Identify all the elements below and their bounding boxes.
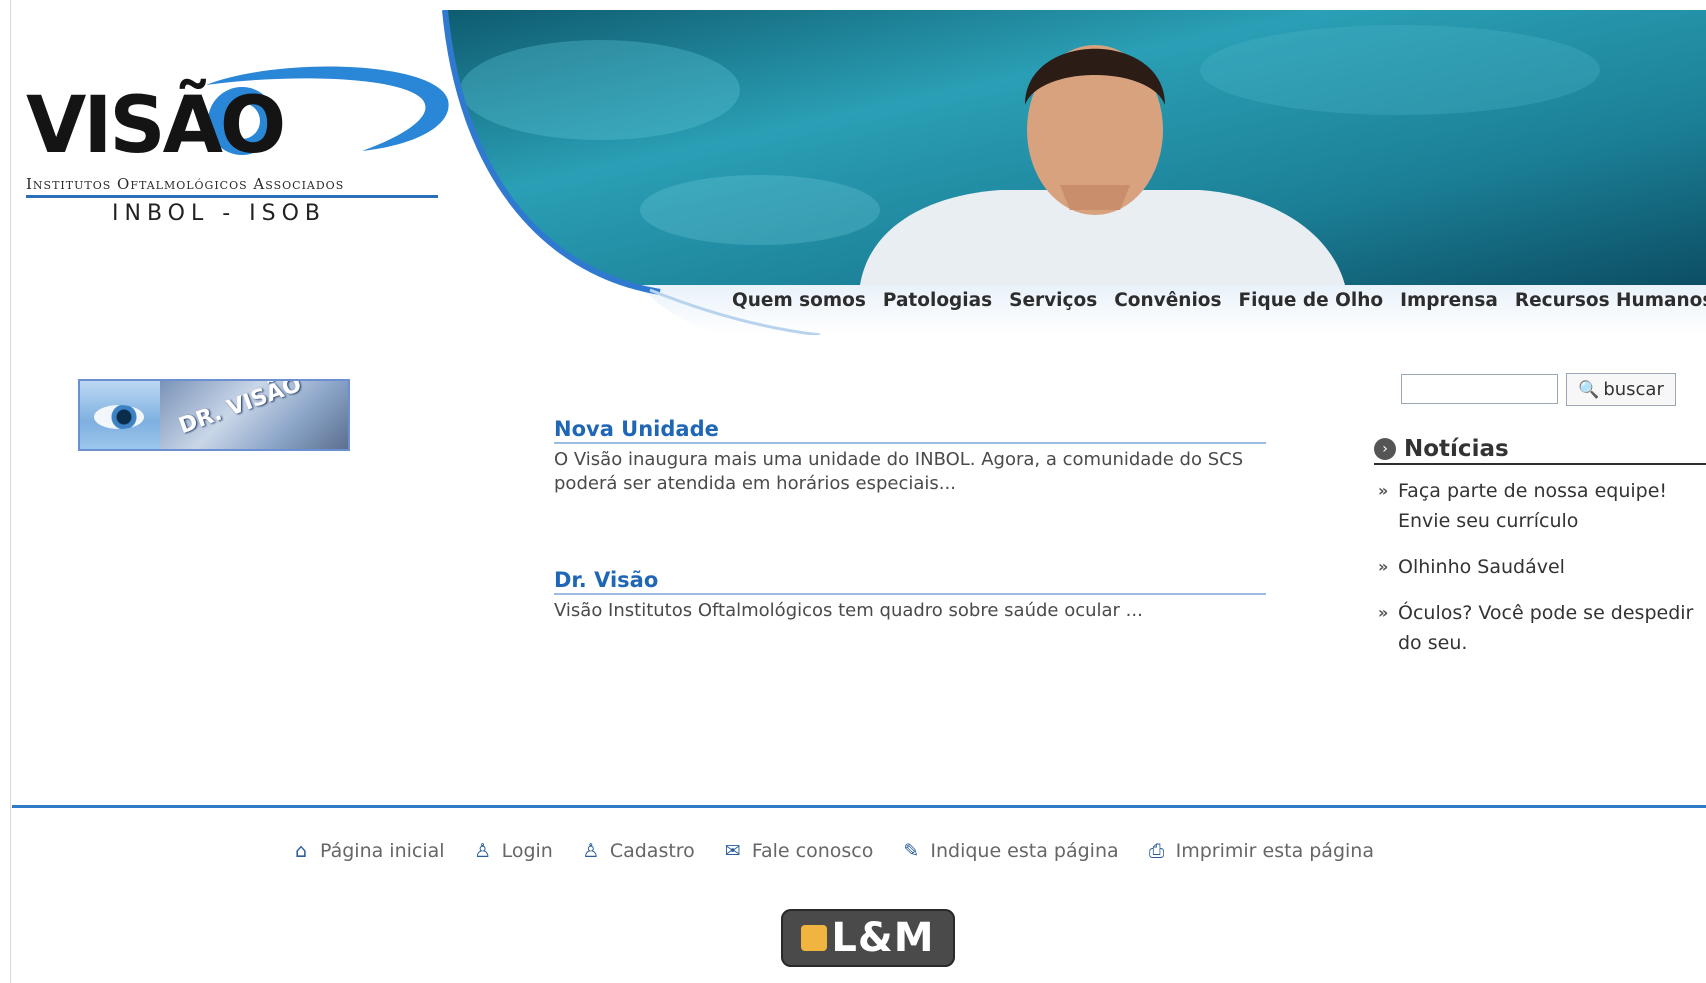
news-sidebar-heading: › Notícias xyxy=(1374,436,1706,465)
news-summary: Visão Institutos Oftalmológicos tem quad… xyxy=(554,600,1143,621)
footer-link-print[interactable]: ⎙ Imprimir esta página xyxy=(1146,840,1374,862)
footer-link-label: Cadastro xyxy=(609,840,695,862)
arrow-circle-icon: › xyxy=(1374,438,1396,460)
mail-icon: ✉ xyxy=(724,840,741,862)
double-chevron-icon: » xyxy=(1378,603,1389,622)
footer-link-contact[interactable]: ✉ Fale conosco xyxy=(722,840,874,862)
news-title-link[interactable]: Nova Unidade xyxy=(554,417,1266,444)
visao-logo[interactable]: VISÃO Institutos Oftalmológicos Associad… xyxy=(26,65,449,235)
nav-item-quem-somos[interactable]: Quem somos xyxy=(732,290,866,311)
partner-logo-text: L&M xyxy=(831,915,935,961)
footer-link-label: Fale conosco xyxy=(751,840,874,862)
logo-tagline: INBOL - ISOB xyxy=(112,201,327,226)
promo-photo: DR. VISÃO xyxy=(160,381,348,449)
footer-link-home[interactable]: ⌂ Página inicial xyxy=(290,840,445,862)
footer-link-label: Indique esta página xyxy=(930,840,1119,862)
printer-icon: ⎙ xyxy=(1149,840,1165,862)
footer-divider xyxy=(12,805,1706,808)
sidebar-news-label: Faça parte de nossa equipe! Envie seu cu… xyxy=(1398,480,1668,532)
news-item: Dr. Visão Visão Institutos Oftalmológico… xyxy=(554,568,1266,623)
search-button[interactable]: 🔍 buscar xyxy=(1566,373,1676,406)
search-icon: 🔍 xyxy=(1578,379,1600,400)
user-icon: ♙ xyxy=(474,840,492,862)
footer-link-label: Página inicial xyxy=(320,840,445,862)
nav-item-fique-de-olho[interactable]: Fique de Olho xyxy=(1239,290,1384,311)
nav-item-recursos-humanos[interactable]: Recursos Humanos xyxy=(1515,290,1706,311)
news-sidebar-list: » Faça parte de nossa equipe! Envie seu … xyxy=(1378,476,1706,674)
nav-item-imprensa[interactable]: Imprensa xyxy=(1400,290,1498,311)
sidebar-news-label: Olhinho Saudável xyxy=(1398,556,1565,578)
footer-link-login[interactable]: ♙ Login xyxy=(472,840,553,862)
footer-link-label: Login xyxy=(501,840,553,862)
logo-divider xyxy=(26,195,438,198)
eye-icon xyxy=(80,381,160,449)
logo-subtitle: Institutos Oftalmológicos Associados xyxy=(26,175,345,193)
double-chevron-icon: » xyxy=(1378,481,1389,500)
footer-link-label: Imprimir esta página xyxy=(1175,840,1374,862)
register-icon: ♙ xyxy=(582,840,600,862)
footer-link-cadastro[interactable]: ♙ Cadastro xyxy=(580,840,695,862)
footer-links: ⌂ Página inicial ♙ Login ♙ Cadastro ✉ Fa… xyxy=(290,840,1401,862)
home-icon: ⌂ xyxy=(294,840,308,862)
recommend-icon: ✎ xyxy=(903,840,920,862)
news-title-link[interactable]: Dr. Visão xyxy=(554,568,1266,595)
nav-item-patologias[interactable]: Patologias xyxy=(883,290,992,311)
double-chevron-icon: » xyxy=(1378,557,1389,576)
search-input[interactable] xyxy=(1401,374,1558,404)
news-item: Nova Unidade O Visão inaugura mais uma u… xyxy=(554,417,1266,496)
nav-item-convenios[interactable]: Convênios xyxy=(1114,290,1221,311)
main-nav: Quem somos Patologias Serviços Convênios… xyxy=(732,285,1706,315)
sidebar-news-link[interactable]: » Olhinho Saudável xyxy=(1378,552,1706,582)
sidebar-news-link[interactable]: » Faça parte de nossa equipe! Envie seu … xyxy=(1378,476,1706,536)
search-button-label: buscar xyxy=(1603,379,1664,400)
footer-link-recommend[interactable]: ✎ Indique esta página xyxy=(900,840,1118,862)
partner-logo-mark xyxy=(801,925,828,951)
news-summary: O Visão inaugura mais uma unidade do INB… xyxy=(554,449,1244,494)
sidebar-news-link[interactable]: » Óculos? Você pode se despedir do seu. xyxy=(1378,598,1706,658)
promo-text: DR. VISÃO xyxy=(175,379,305,440)
nav-item-servicos[interactable]: Serviços xyxy=(1009,290,1097,311)
dr-visao-banner[interactable]: DR. VISÃO xyxy=(78,379,350,451)
news-sidebar-title: Notícias xyxy=(1404,436,1509,462)
sidebar-news-label: Óculos? Você pode se despedir do seu. xyxy=(1398,602,1694,654)
partner-logo[interactable]: L&M xyxy=(781,909,955,967)
logo-word: VISÃO xyxy=(26,81,286,171)
